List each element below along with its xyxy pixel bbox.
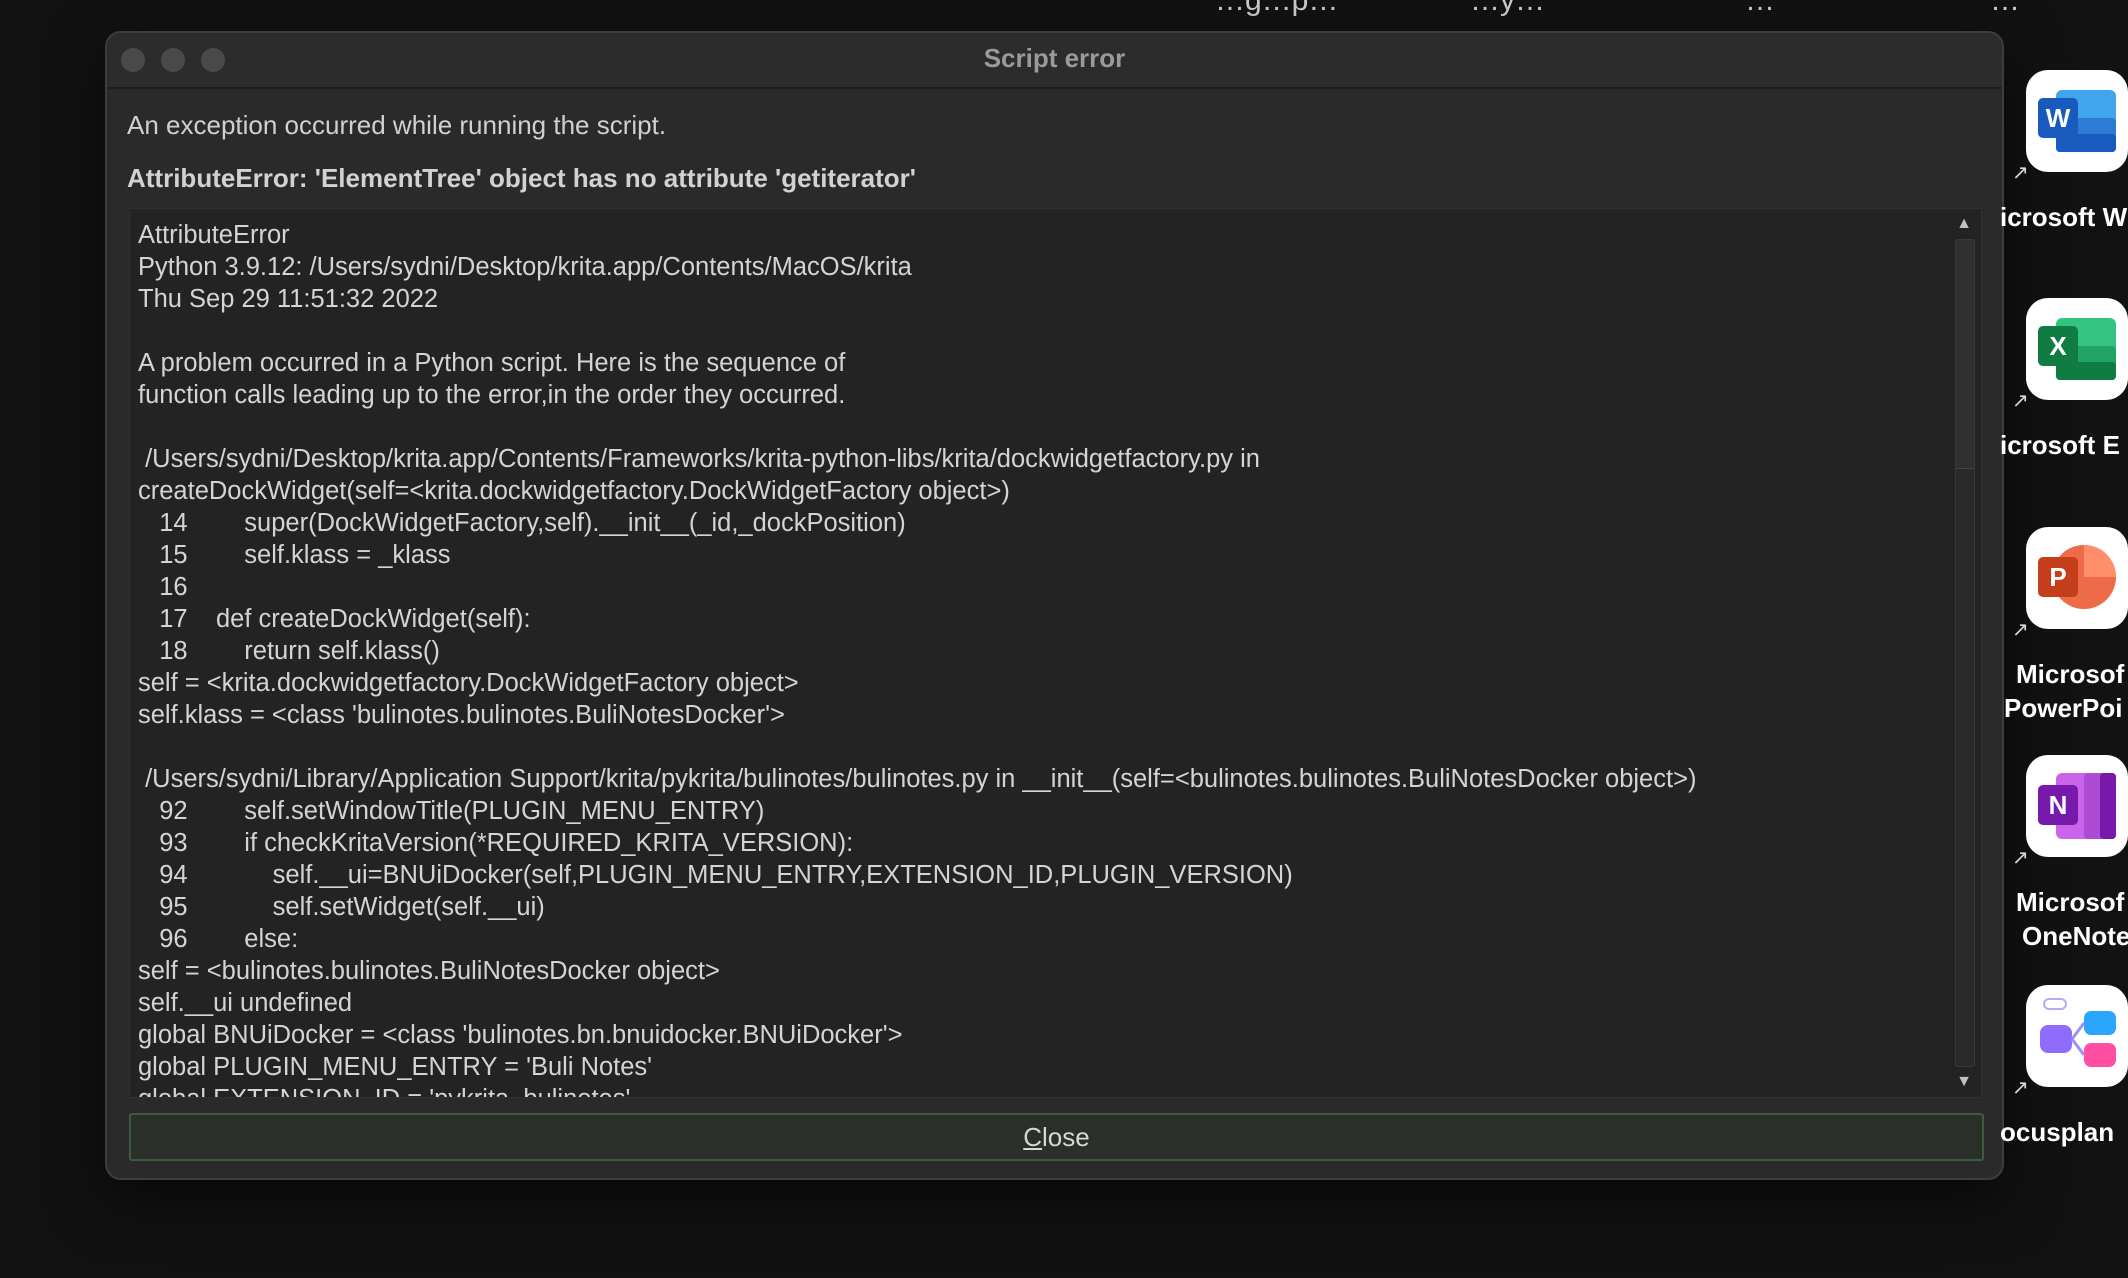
scroll-up-arrow-icon[interactable]: ▲ [1953,213,1975,235]
powerpoint-label-line2: PowerPoi [2004,693,2123,723]
vertical-scrollbar[interactable]: ▲ ▼ [1947,209,1981,1097]
close-mnemonic: C [1023,1122,1043,1152]
traceback-line: A problem occurred in a Python script. H… [138,349,846,377]
traceback-line: 96 else: [138,925,299,953]
traceback-line: 94 self.__ui=BNUiDocker(self,PLUGIN_MENU… [138,861,1293,889]
traceback-content: AttributeError Python 3.9.12: /Users/syd… [138,219,1941,1097]
focusplan-icon [2026,985,2128,1087]
traceback-line [138,315,1941,347]
onenote-label-line1: Microsof [2016,887,2125,917]
close-label: lose [1042,1122,1090,1152]
traceback-line: 18 return self.klass() [138,637,440,665]
scroll-track[interactable] [1955,239,1975,1067]
alias-arrow-icon: ↗ [2012,619,2029,641]
close-button[interactable]: Close [129,1113,1984,1161]
excel-label: icrosoft E [2000,430,2120,460]
traceback-line: self.__ui undefined [138,989,353,1017]
microsoft-word-icon: W [2026,70,2128,172]
onenote-letter: N [2049,790,2068,820]
alias-arrow-icon: ↗ [2012,390,2029,412]
microsoft-powerpoint-icon: P [2026,527,2128,629]
excel-letter: X [2049,331,2067,361]
traceback-line: 17 def createDockWidget(self): [138,605,531,633]
traceback-line: /Users/sydni/Library/Application Support… [138,765,1697,793]
powerpoint-letter: P [2049,562,2066,592]
alias-arrow-icon: ↗ [2012,847,2029,869]
traceback-line: global BNUiDocker = <class 'bulinotes.bn… [138,1021,903,1049]
traceback-line [138,731,1941,763]
desktop-label-4: … [1990,0,2020,17]
window-title: Script error [983,43,1126,73]
traceback-line: 95 self.setWidget(self.__ui) [138,893,545,921]
title-bar[interactable]: Script error [107,33,2002,89]
traceback-line: global PLUGIN_MENU_ENTRY = 'Buli Notes' [138,1053,653,1081]
word-label: icrosoft W [2000,202,2128,232]
word-letter: W [2046,103,2071,133]
traceback-line: AttributeError [138,221,290,249]
traceback-line: createDockWidget(self=<krita.dockwidgetf… [138,477,1010,505]
traceback-line: 93 if checkKritaVersion(*REQUIRED_KRITA_… [138,829,854,857]
microsoft-onenote-icon: N [2026,755,2128,857]
alias-arrow-icon: ↗ [2012,162,2029,184]
traceback-line: 14 super(DockWidgetFactory,self).__init_… [138,509,906,537]
scroll-down-arrow-icon[interactable]: ▼ [1953,1071,1975,1093]
alias-arrow-icon: ↗ [2012,1077,2029,1099]
traceback-line: 15 self.klass = _klass [138,541,451,569]
desktop-label-2: …y… [1470,0,1545,17]
traceback-line: /Users/sydni/Desktop/krita.app/Contents/… [138,445,1260,473]
desktop-label-1: …g…p… [1215,0,1339,17]
traceback-line: 92 self.setWindowTitle(PLUGIN_MENU_ENTRY… [138,797,765,825]
onenote-label-line2: OneNote [2022,921,2128,951]
focusplan-label: ocusplan [2000,1117,2115,1147]
scroll-thumb[interactable] [1956,240,1974,469]
error-message: An exception occurred while running the … [127,110,667,140]
error-summary: AttributeError: 'ElementTree' object has… [127,163,916,193]
traceback-line: function calls leading up to the error,i… [138,381,846,409]
desktop-label-3: … [1745,0,1775,17]
traceback-line: 16 [138,573,188,601]
traceback-line: Thu Sep 29 11:51:32 2022 [138,285,439,313]
traceback-line: Python 3.9.12: /Users/sydni/Desktop/krit… [138,253,912,281]
traceback-line [138,411,1941,443]
traceback-line: self = <krita.dockwidgetfactory.DockWidg… [138,669,799,697]
traceback-line: global EXTENSION_ID = 'pykrita_bulinotes… [138,1083,1941,1097]
script-error-dialog: Script error An exception occurred while… [105,31,2004,1180]
traceback-line: self.klass = <class 'bulinotes.bulinotes… [138,701,785,729]
traceback-text-area[interactable]: AttributeError Python 3.9.12: /Users/syd… [129,208,1982,1098]
powerpoint-label-line1: Microsof [2016,659,2125,689]
microsoft-excel-icon: X [2026,298,2128,400]
traceback-line: self = <bulinotes.bulinotes.BuliNotesDoc… [138,957,720,985]
